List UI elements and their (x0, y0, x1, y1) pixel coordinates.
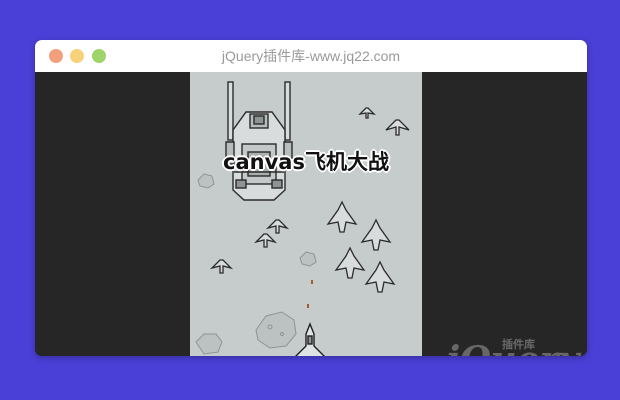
enemy-fighter (253, 233, 278, 248)
enemy-jet (326, 200, 358, 233)
asteroid (299, 251, 317, 267)
bullet (307, 304, 309, 308)
game-canvas[interactable]: canvas飞机大战 (190, 72, 422, 356)
asteroid (197, 173, 215, 189)
enemy-jet (360, 218, 392, 251)
boss-ship (225, 81, 293, 201)
window-title: jQuery插件库-www.jq22.com (221, 48, 401, 64)
player-ship (295, 322, 325, 356)
content-area: canvas飞机大战 jQuery 插件库 (35, 72, 587, 356)
asteroid (195, 333, 223, 355)
bullet (311, 280, 313, 284)
enemy-jet (364, 260, 396, 293)
game-title: canvas飞机大战 (223, 150, 389, 174)
title-bar: jQuery插件库-www.jq22.com (35, 40, 587, 73)
enemy-fighter (265, 219, 290, 234)
game-scene (195, 81, 410, 356)
enemy-fighter (385, 119, 410, 136)
jquery-logo-watermark: jQuery 插件库 (446, 336, 579, 356)
asteroid (255, 311, 297, 349)
enemy-fighter (358, 107, 376, 119)
enemy-jet (334, 246, 366, 279)
enemy-fighter (209, 259, 234, 274)
watermark-sub: 插件库 (502, 338, 535, 351)
browser-window: jQuery插件库-www.jq22.com canvas飞机大战 插件库 (35, 40, 587, 356)
